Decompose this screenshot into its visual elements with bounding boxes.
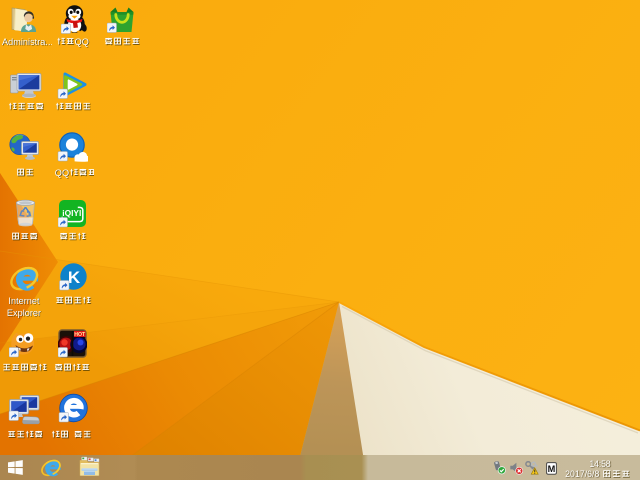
svg-text:HOT: HOT	[74, 332, 86, 338]
svg-text:Explorer: Explorer	[7, 308, 41, 318]
svg-text:QQ: QQ	[75, 37, 89, 47]
svg-text:Internet: Internet	[8, 296, 40, 306]
svg-text:Administra...: Administra...	[2, 37, 52, 47]
svg-text:K: K	[67, 268, 80, 287]
svg-text:iQIYI: iQIYI	[62, 208, 81, 218]
svg-text:QQ: QQ	[55, 168, 69, 178]
